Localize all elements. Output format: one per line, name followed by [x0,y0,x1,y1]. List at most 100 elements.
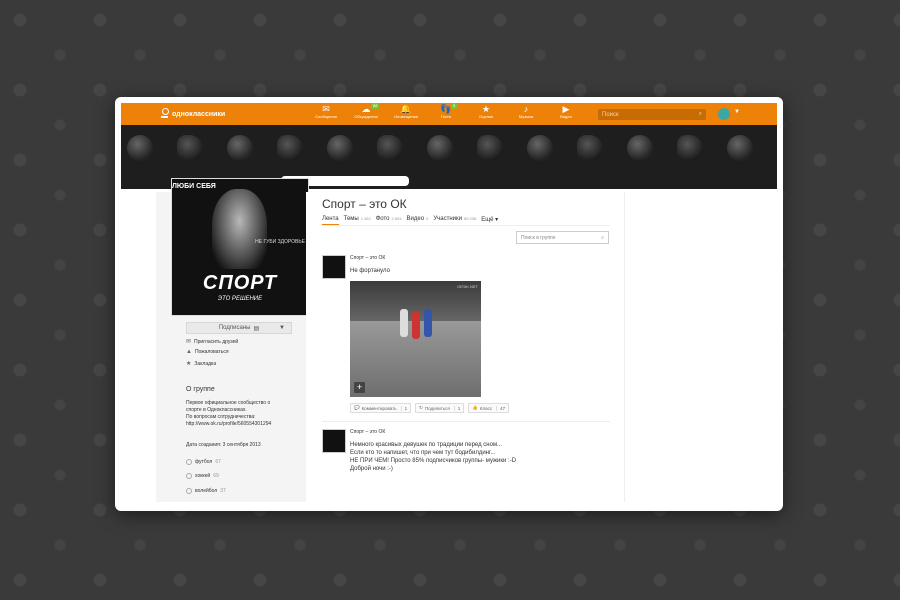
rating-icon: ★ [481,104,491,114]
video-icon: ▶ [562,104,570,114]
gif-watermark: GIFAK.NET [457,284,478,289]
glove-image [577,135,603,161]
share-icon: ↻ [419,405,423,410]
tab-members[interactable]: Участники 89 236 [433,216,476,225]
ball-image [727,135,753,161]
nav-label: Оценки [479,114,493,119]
plus-icon[interactable]: + [354,382,365,393]
about-title: О группе [186,386,215,393]
tag-name: волейбол [195,488,218,494]
post-actions: 💬 Комментировать 1 ↻ Поделиться 1 👍 Клас… [350,403,510,413]
about-line: Первое официальное сообщество о [186,400,271,406]
tag-hockey[interactable]: хоккей 69 [186,473,219,479]
nav-messages[interactable]: ✉ Сообщения [306,104,346,119]
creation-date: Дата создания: 3 сентября 2013 [186,442,261,448]
post-divider [322,421,610,422]
nav-label: Обсуждения [354,114,378,119]
ball-image [227,135,253,161]
report-link[interactable]: ▲ Пожаловаться [186,349,229,355]
tab-label: Участники [433,216,462,222]
post-line: Если кто то напишет, что при чем тут бод… [350,450,496,456]
like-icon: 👍 [472,405,478,410]
tag-name: хоккей [195,473,211,479]
main-column: Спорт – это ОК Лента Темы 1 462 Фото 2 6… [306,192,624,502]
ball-image [627,135,653,161]
guests-badge: 9 [451,103,458,109]
post-author[interactable]: Спорт – это ОК [350,255,385,261]
tabs-divider [322,225,610,226]
invite-friends-link[interactable]: ✉ Пригласить друзей [186,338,238,346]
nav-label: Оповещения [394,114,418,119]
music-icon: ♪ [523,104,529,114]
chat-icon: ☁ [361,104,371,114]
post-author[interactable]: Спорт – это ОК [350,429,385,435]
ball-image [327,135,353,161]
glove-image [277,135,303,161]
chevron-down-icon: ▼ [279,325,285,331]
subscribed-button[interactable]: Подписаны ▤ ▼ [186,322,292,334]
nav-guests[interactable]: 👣 9 Гости [426,103,466,119]
comment-count: 1 [400,405,407,411]
post-avatar[interactable] [322,429,346,453]
about-link[interactable]: http://www.ok.ru/profile/560554301294 [186,421,301,428]
logo-text: одноклассники [172,110,226,118]
tab-video[interactable]: Видео 0 [407,216,429,225]
right-column [624,192,740,502]
nav-label: Музыка [518,114,534,119]
group-search-input[interactable]: Поиск в группе ⌕ [516,231,609,244]
tag-name: футбол [195,459,213,465]
nav-ratings[interactable]: ★ Оценки [466,104,506,119]
tag-volleyball[interactable]: волейбол 37 [186,488,226,494]
comment-icon: 💬 [354,405,360,410]
top-navigation-bar: одноклассники ✉ Сообщения ☁ 88 Обсуждени… [121,103,777,125]
post-avatar[interactable] [322,255,346,279]
tab-photos[interactable]: Фото 2 694 [376,216,402,225]
group-page: ЛЮБИ СЕБЯ НЕ ГУБИ ЗДОРОВЬЕ СПОРТ ЭТО РЕШ… [156,178,740,502]
person-figure [412,311,420,339]
chevron-down-icon[interactable]: ▼ [734,109,740,115]
bookmark-link[interactable]: ★ Закладка [186,360,216,368]
tab-more[interactable]: Ещё ▾ [481,216,498,225]
photo-side-text: НЕ ГУБИ ЗДОРОВЬЕ [255,239,305,245]
ok-logo[interactable]: одноклассники [161,108,225,120]
bookmark-icon: ★ [186,361,192,367]
document-icon: ▤ [253,325,260,332]
nav-notifications[interactable]: 🔔 Оповещения [386,104,426,119]
tag-icon [186,473,192,479]
tab-label: Ещё ▾ [481,217,499,223]
nav-discussions[interactable]: ☁ 88 Обсуждения [346,103,386,119]
tab-count: 1 462 [360,216,371,221]
post-line: НЕ ПРИ ЧЕМ! Просто 85% подписчиков групп… [350,458,517,464]
tag-count: 67 [215,459,221,465]
person-figure [400,309,408,337]
about-text: Первое официальное сообщество о спорте в… [186,400,301,428]
ball-image [427,135,453,161]
tag-football[interactable]: футбол 67 [186,459,221,465]
tab-label: Видео [406,216,425,222]
share-button[interactable]: ↻ Поделиться 1 [415,403,465,413]
group-avatar[interactable]: ЛЮБИ СЕБЯ НЕ ГУБИ ЗДОРОВЬЕ СПОРТ ЭТО РЕШ… [171,178,309,316]
post-line: Доброй ночи :-) [350,466,393,472]
nav-label: Гости [440,114,452,119]
nav-music[interactable]: ♪ Музыка [506,104,546,119]
like-button[interactable]: 👍 Класс 47 [468,403,510,413]
tab-topics[interactable]: Темы 1 462 [344,216,371,225]
glove-image [677,135,703,161]
user-avatar[interactable] [718,108,730,120]
top-search-input[interactable]: Поиск ⌕ [598,109,706,120]
left-column: ЛЮБИ СЕБЯ НЕ ГУБИ ЗДОРОВЬЕ СПОРТ ЭТО РЕШ… [156,178,309,502]
comment-button[interactable]: 💬 Комментировать 1 [350,403,412,413]
group-search-placeholder: Поиск в группе [521,234,556,241]
nav-label: Сообщения [315,114,337,119]
tab-feed[interactable]: Лента [322,216,339,225]
nav-video[interactable]: ▶ Видео [546,104,586,119]
footprints-icon: 👣 [440,104,452,114]
post-gif[interactable]: GIFAK.NET + [350,281,481,397]
ball-image [127,135,153,161]
tab-label: Лента [322,216,339,222]
tag-count: 37 [220,488,226,494]
about-line: По вопросам сотрудничества: [186,414,256,420]
tag-icon [186,488,192,494]
group-tabs: Лента Темы 1 462 Фото 2 694 Видео 0 Учас… [322,216,498,225]
nav-label: Видео [560,114,572,119]
